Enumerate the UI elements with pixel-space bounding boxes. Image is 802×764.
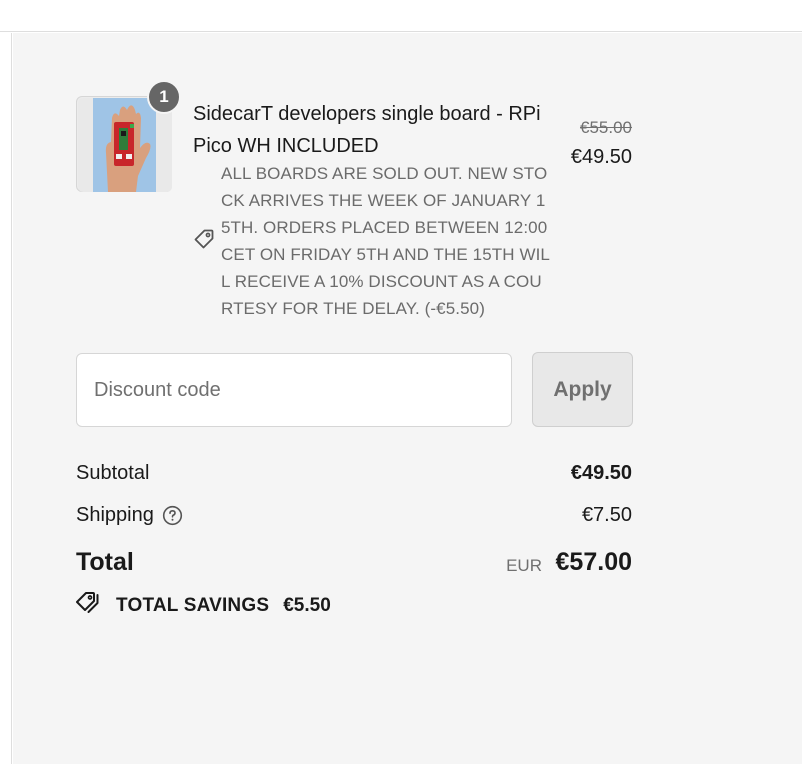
tag-icon [193, 228, 215, 255]
total-value: €57.00 [555, 548, 632, 576]
current-price: €49.50 [570, 146, 632, 168]
question-circle-icon[interactable] [162, 505, 183, 526]
discount-message: ALL BOARDS ARE SOLD OUT. NEW STOCK ARRIV… [221, 164, 550, 318]
main-content-edge [0, 33, 12, 764]
page-header-strip [0, 0, 802, 32]
total-label: Total [76, 548, 134, 576]
total-savings-row: TOTAL SAVINGS €5.50 [76, 590, 331, 621]
total-savings-label: TOTAL SAVINGS [116, 594, 270, 616]
discount-code-input[interactable] [76, 353, 512, 427]
subtotal-label: Subtotal [76, 462, 150, 484]
tags-icon [76, 590, 104, 621]
total-savings-value: €5.50 [283, 594, 331, 616]
apply-discount-button[interactable]: Apply [532, 352, 633, 427]
shipping-row-label: Shipping [76, 504, 183, 527]
original-price: €55.00 [580, 118, 632, 137]
subtotal-value: €49.50 [570, 462, 632, 484]
product-title: SidecarT developers single board - RPi P… [193, 103, 541, 157]
quantity-badge: 1 [147, 80, 181, 114]
shipping-label: Shipping [76, 504, 154, 526]
shipping-value: €7.50 [581, 504, 632, 526]
total-currency: EUR [506, 556, 542, 575]
